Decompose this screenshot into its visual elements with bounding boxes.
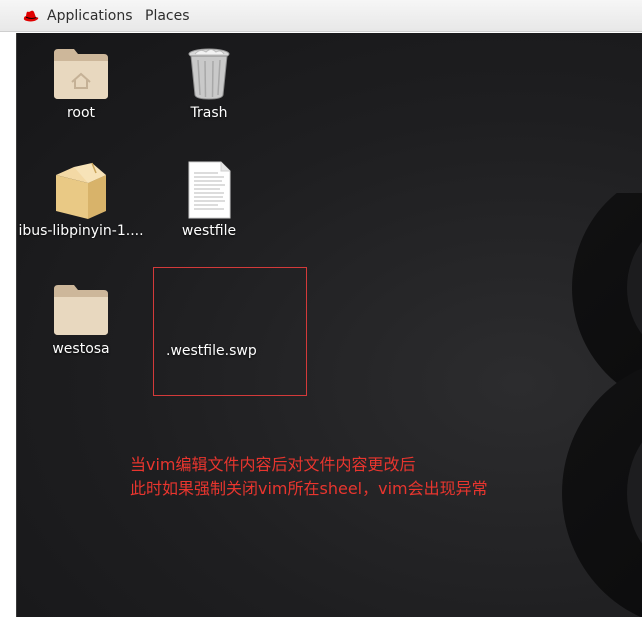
folder-icon <box>54 285 108 335</box>
annotation-line-1: 当vim编辑文件内容后对文件内容更改后 <box>130 455 416 474</box>
desktop-icon-label: .westfile.swp <box>166 343 257 359</box>
desktop-icon-westfile[interactable]: westfile <box>145 161 273 239</box>
desktop[interactable]: root Trash ibus-libpinyin-1.... westfile… <box>16 33 642 617</box>
desktop-icon-label: westfile <box>181 223 237 239</box>
redhat-icon <box>23 10 39 22</box>
annotation-line-2: 此时如果强制关闭vim所在sheel，vim会出现异常 <box>130 479 488 498</box>
rhel-8-wallpaper-mark <box>562 193 642 617</box>
text-file-icon <box>188 161 231 219</box>
places-menu[interactable]: Places <box>145 8 190 24</box>
applications-menu[interactable]: Applications <box>47 8 133 24</box>
desktop-icon-label: ibus-libpinyin-1.... <box>18 223 144 239</box>
desktop-icon-westosa[interactable]: westosa <box>17 281 145 357</box>
desktop-icon-label: Trash <box>190 105 228 121</box>
desktop-icon-ibus-libpinyin[interactable]: ibus-libpinyin-1.... <box>17 161 145 239</box>
top-bar: Applications Places <box>0 0 642 32</box>
trash-icon <box>188 48 230 100</box>
desktop-icon-label: root <box>66 105 96 121</box>
annotation-note: 当vim编辑文件内容后对文件内容更改后 此时如果强制关闭vim所在sheel，v… <box>130 453 488 501</box>
home-folder-icon <box>54 49 108 99</box>
desktop-icon-trash[interactable]: Trash <box>145 45 273 121</box>
desktop-icon-label: westosa <box>52 341 110 357</box>
desktop-icon-westfile-swp[interactable]: .westfile.swp <box>153 267 307 396</box>
archive-folder-icon <box>56 162 106 219</box>
desktop-icon-root[interactable]: root <box>17 45 145 121</box>
